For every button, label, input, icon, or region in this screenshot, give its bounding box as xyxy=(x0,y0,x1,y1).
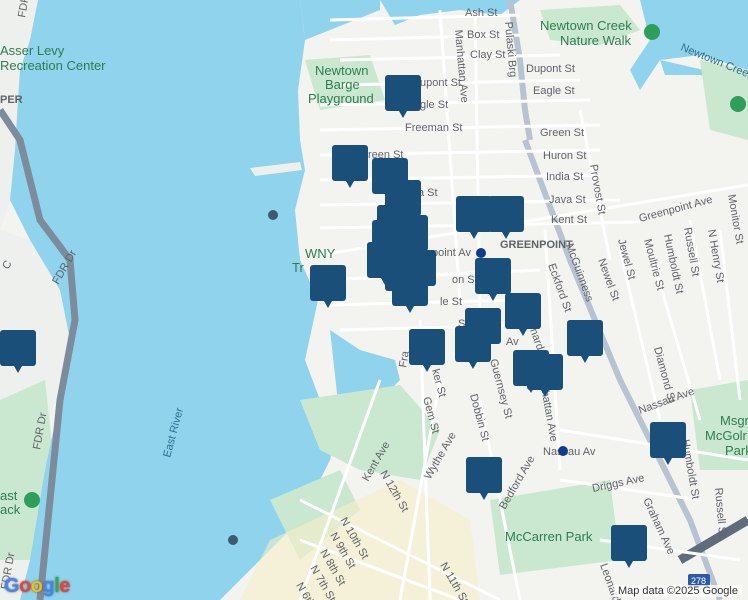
street-nassau-av: Nassau Av xyxy=(543,446,596,458)
street-greenpoint-av: point Av xyxy=(432,247,471,259)
street-on-st: on St xyxy=(452,274,478,286)
ferry-icon[interactable] xyxy=(268,210,278,220)
east-label-2: ack xyxy=(0,502,21,517)
map-attribution[interactable]: Map data ©2025 Google xyxy=(613,585,742,597)
street-dupont-west: upont St xyxy=(420,77,461,89)
map-canvas[interactable]: East River Newtown Creek Asser Levy Recr… xyxy=(0,0,748,600)
street-india: India St xyxy=(546,171,583,183)
street-eagle: Eagle St xyxy=(533,85,575,97)
park-icon-east xyxy=(730,96,746,112)
park-icon-nature-walk xyxy=(644,24,660,40)
msgr-label-3: Park xyxy=(725,443,748,458)
park-icon xyxy=(24,492,40,508)
barge-label-3: Playground xyxy=(308,91,374,106)
msgr-label-2: McGolr xyxy=(705,428,748,443)
nature-walk-label-2: Nature Walk xyxy=(560,33,632,48)
wny-label-1: WNY xyxy=(305,246,336,261)
google-logo: Google xyxy=(4,575,70,597)
msgr-label-1: Msgr xyxy=(720,413,748,428)
ferry-icon-south[interactable] xyxy=(228,535,238,545)
street-ash: Ash St xyxy=(465,7,497,19)
street-kent: Kent St xyxy=(551,214,587,226)
barge-label-1: Newtown xyxy=(315,63,368,78)
street-green: Green St xyxy=(540,127,584,139)
east-label-1: ast xyxy=(0,488,18,503)
subway-nassau-icon[interactable] xyxy=(558,446,568,456)
street-box: Box St xyxy=(467,29,499,41)
street-freeman: Freeman St xyxy=(405,122,462,134)
street-huron: Huron St xyxy=(543,150,586,162)
street-java: Java St xyxy=(549,194,586,206)
street-dupont: Dupont St xyxy=(526,63,575,75)
street-le-st: le St xyxy=(440,296,462,308)
wny-label-2: Tr xyxy=(292,260,304,275)
nature-walk-label-1: Newtown Creek xyxy=(540,18,632,33)
subway-greenpoint-icon[interactable] xyxy=(476,248,486,258)
per-label: PER xyxy=(0,94,23,106)
street-clay: Clay St xyxy=(470,49,505,61)
street-eagle-west: gle St xyxy=(420,99,448,111)
barge-label-2: Barge xyxy=(325,77,360,92)
street-av: Av xyxy=(506,336,519,348)
recreation-center-label: Recreation Center xyxy=(0,58,106,73)
asser-levy-label: Asser Levy xyxy=(0,43,65,58)
greenpoint-label: GREENPOINT xyxy=(500,239,573,251)
mccarren-park-label: McCarren Park xyxy=(505,529,593,544)
